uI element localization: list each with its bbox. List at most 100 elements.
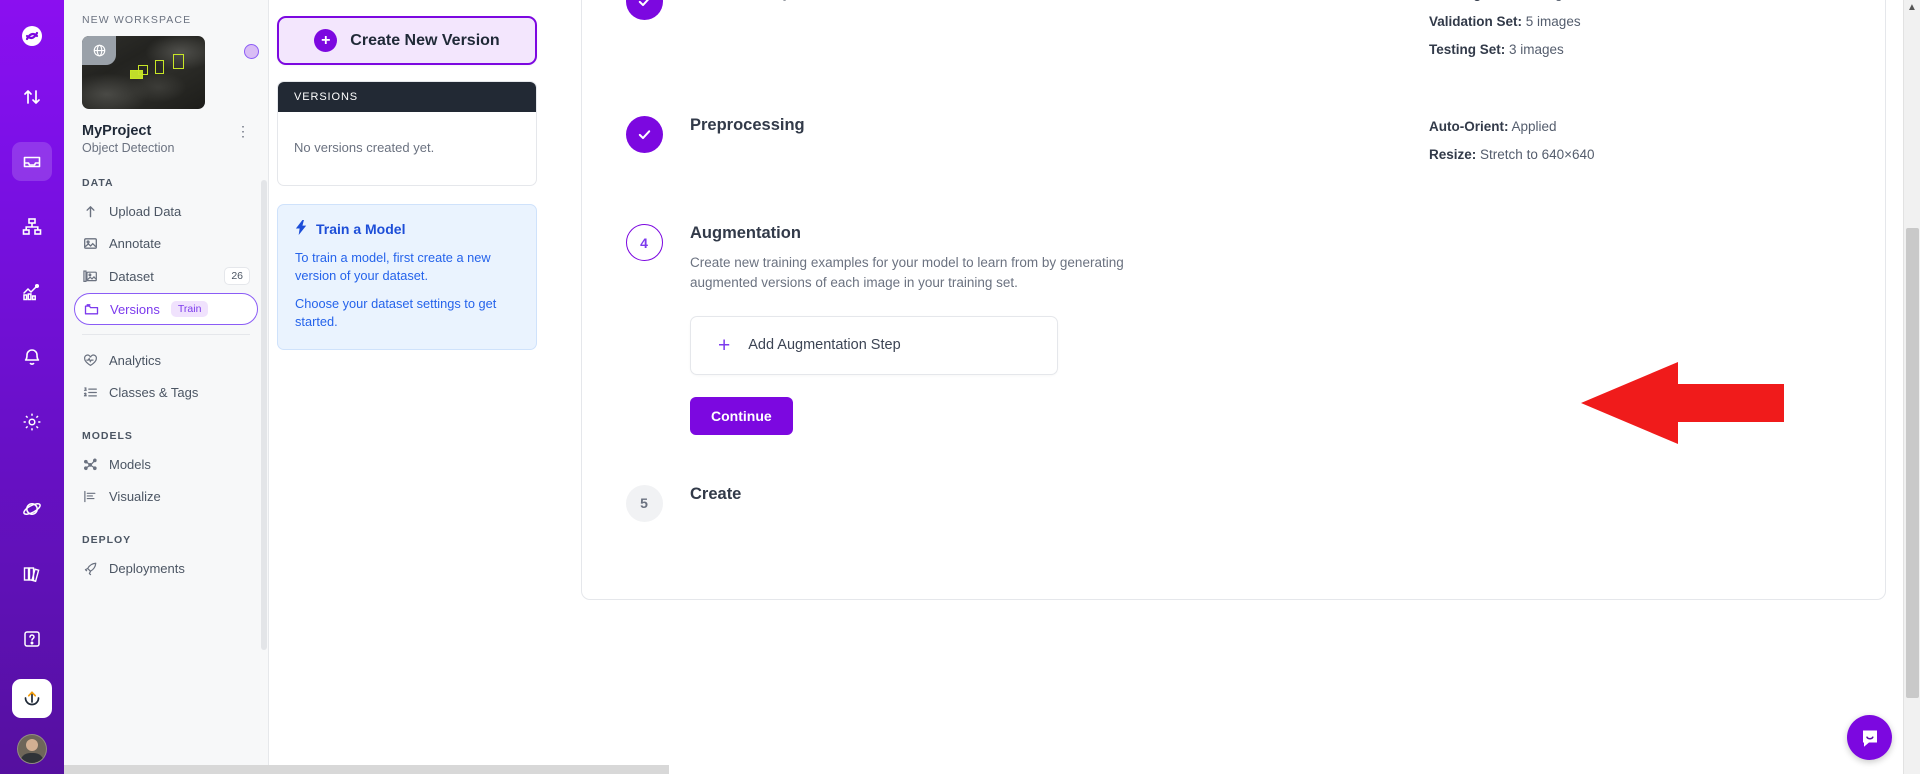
universe-icon[interactable] bbox=[12, 490, 52, 529]
section-label-models: MODELS bbox=[82, 430, 133, 442]
page-vertical-scrollbar[interactable]: ▲ bbox=[1903, 0, 1920, 774]
step-augmentation: 4 Augmentation Create new training examp… bbox=[582, 162, 1885, 435]
step-status-check-icon bbox=[625, 0, 663, 20]
info-label: Testing Set: bbox=[1429, 42, 1506, 57]
sidebar-item-label: Visualize bbox=[109, 488, 161, 504]
projects-inbox-icon[interactable] bbox=[12, 142, 52, 182]
info-line: Testing Set: 3 images bbox=[1429, 42, 1849, 57]
scroll-up-icon[interactable]: ▲ bbox=[1907, 2, 1917, 13]
sidebar-item-upload-data[interactable]: Upload Data bbox=[74, 195, 258, 227]
project-menu-icon[interactable]: ⋮ bbox=[236, 124, 250, 138]
project-sidebar: NEW WORKSPACE MyProject ⋮ Object Detecti… bbox=[64, 0, 269, 774]
page-horizontal-scrollbar[interactable] bbox=[64, 765, 669, 774]
sidebar-item-deployments[interactable]: Deployments bbox=[74, 552, 258, 584]
bell-icon[interactable] bbox=[12, 337, 52, 376]
books-icon[interactable] bbox=[12, 555, 52, 594]
globe-icon bbox=[82, 36, 116, 65]
dataset-images-icon bbox=[82, 268, 98, 284]
info-line: Validation Set: 5 images bbox=[1429, 14, 1849, 29]
sidebar-item-label: Annotate bbox=[109, 235, 162, 251]
help-question-icon[interactable] bbox=[12, 620, 52, 659]
transfer-icon[interactable] bbox=[12, 77, 52, 116]
project-name: MyProject bbox=[82, 123, 152, 139]
train-callout-title-row: Train a Model bbox=[295, 220, 519, 238]
model-graph-icon bbox=[82, 456, 98, 472]
add-augmentation-step-label: Add Augmentation Step bbox=[748, 337, 901, 353]
folder-icon bbox=[83, 301, 99, 317]
scrollbar-thumb[interactable] bbox=[1906, 228, 1919, 698]
annotation-box bbox=[173, 54, 184, 69]
continue-button[interactable]: Continue bbox=[690, 396, 793, 435]
step-marker bbox=[624, 0, 664, 20]
sidebar-item-label: Upload Data bbox=[109, 203, 182, 219]
sidebar-item-versions[interactable]: Versions Train bbox=[74, 293, 258, 325]
sidebar-item-classes-tags[interactable]: Classes & Tags bbox=[74, 376, 258, 408]
section-label-data: DATA bbox=[82, 177, 114, 189]
step-marker: 4 bbox=[624, 224, 664, 261]
app-root: NEW WORKSPACE MyProject ⋮ Object Detecti… bbox=[0, 0, 1920, 774]
step-title: Preprocessing bbox=[690, 116, 805, 134]
train-callout-p2: Choose your dataset settings to get star… bbox=[295, 296, 497, 330]
sidebar-item-label: Classes & Tags bbox=[109, 384, 199, 400]
step-body: Augmentation Create new training example… bbox=[664, 224, 1849, 435]
info-line: Training Set: 18 images bbox=[1429, 0, 1849, 1]
add-augmentation-step-button[interactable]: + Add Augmentation Step bbox=[690, 315, 1058, 375]
step-title: Create bbox=[690, 484, 742, 503]
info-value: 3 images bbox=[1509, 42, 1564, 57]
project-thumbnail[interactable] bbox=[82, 36, 205, 109]
sidebar-item-models[interactable]: Models bbox=[74, 448, 258, 480]
sidebar-scrollbar[interactable] bbox=[261, 180, 267, 650]
versions-card-header: VERSIONS bbox=[278, 82, 536, 112]
steps-card: Unannotated: 0 Train/Test Split bbox=[581, 0, 1886, 600]
visualize-bars-icon bbox=[82, 488, 98, 504]
analytics-chart-icon[interactable] bbox=[12, 272, 52, 311]
workspace-avatar[interactable] bbox=[244, 44, 259, 59]
section-label-deploy: DEPLOY bbox=[82, 534, 132, 546]
sidebar-item-visualize[interactable]: Visualize bbox=[74, 480, 258, 512]
roboflow-logo-icon[interactable] bbox=[12, 16, 52, 55]
step-number: 4 bbox=[625, 224, 663, 261]
project-thumbnail-wrap bbox=[64, 36, 268, 109]
info-label: Resize: bbox=[1429, 147, 1477, 162]
info-value: 18 images bbox=[1515, 0, 1577, 1]
info-label: Auto-Orient: bbox=[1429, 119, 1509, 134]
train-callout-p1: To train a model, first create a new ver… bbox=[295, 250, 491, 284]
plus-icon: + bbox=[314, 29, 338, 52]
step-body: Create bbox=[664, 485, 1849, 504]
lightning-bolt-icon bbox=[295, 220, 308, 238]
dataset-count-badge: 26 bbox=[224, 267, 250, 285]
create-new-version-button[interactable]: + Create New Version bbox=[277, 16, 537, 65]
sidebar-item-dataset[interactable]: Dataset 26 bbox=[74, 259, 258, 293]
step-title: Augmentation bbox=[690, 224, 801, 242]
annotation-box bbox=[155, 60, 164, 74]
step-body: Preprocessing bbox=[664, 116, 1429, 135]
sidebar-item-label: Versions bbox=[110, 301, 160, 317]
step-preprocessing: Preprocessing Auto-Orient: Applied Resiz… bbox=[582, 57, 1885, 162]
chat-bubble-icon[interactable] bbox=[1847, 715, 1892, 760]
avatar[interactable] bbox=[17, 734, 47, 765]
versions-train-badge: Train bbox=[170, 301, 209, 317]
step-marker: 5 bbox=[624, 484, 664, 522]
versions-card: VERSIONS No versions created yet. bbox=[277, 81, 537, 186]
versions-empty-message: No versions created yet. bbox=[294, 140, 435, 155]
sidebar-item-label: Dataset bbox=[109, 268, 154, 284]
gear-icon[interactable] bbox=[12, 403, 52, 442]
analytics-heart-icon bbox=[82, 352, 98, 368]
step-create: 5 Create bbox=[582, 435, 1885, 522]
step-number: 5 bbox=[625, 484, 663, 522]
step-title: Train/Test Split bbox=[690, 0, 1429, 2]
annotation-box bbox=[138, 65, 148, 75]
workspace-label: NEW WORKSPACE bbox=[82, 14, 192, 26]
sidebar-item-annotate[interactable]: Annotate bbox=[74, 227, 258, 259]
info-line: Resize: Stretch to 640×640 bbox=[1429, 147, 1849, 162]
step-train-test-split: Train/Test Split Training Set: 18 images… bbox=[582, 0, 1885, 57]
sidebar-item-analytics[interactable]: Analytics bbox=[74, 344, 258, 376]
info-value: Stretch to 640×640 bbox=[1480, 147, 1595, 162]
step-description: Create new training examples for your mo… bbox=[690, 255, 1124, 291]
workflows-icon[interactable] bbox=[12, 207, 52, 246]
upload-icon[interactable] bbox=[12, 678, 52, 719]
info-label: Validation Set: bbox=[1429, 14, 1523, 29]
step-status-check-icon bbox=[625, 116, 663, 153]
info-value: Applied bbox=[1511, 119, 1557, 134]
step-info: Training Set: 18 images Validation Set: … bbox=[1429, 0, 1849, 57]
